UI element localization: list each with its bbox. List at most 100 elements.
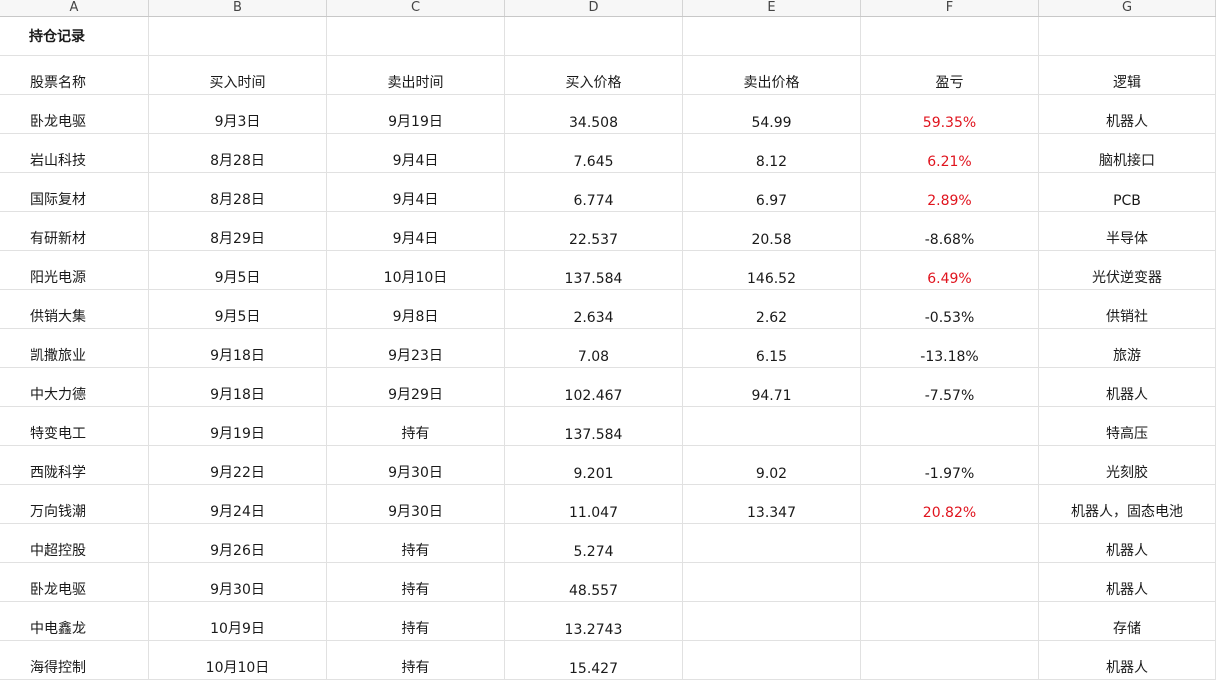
sell-price-cell[interactable]: 13.347 — [683, 485, 861, 523]
logic-cell[interactable]: 光刻胶 — [1039, 446, 1216, 484]
sell-price-cell[interactable]: 54.99 — [683, 95, 861, 133]
sell-price-cell[interactable]: 9.02 — [683, 446, 861, 484]
stock-name-cell[interactable]: 卧龙电驱 — [0, 563, 149, 601]
profit-loss-cell[interactable]: 59.35% — [861, 95, 1039, 133]
sell-date-cell[interactable]: 9月4日 — [327, 134, 505, 172]
logic-cell[interactable]: 存储 — [1039, 602, 1216, 640]
sell-date-cell[interactable]: 持有 — [327, 641, 505, 679]
profit-loss-cell[interactable]: 6.49% — [861, 251, 1039, 289]
buy-date-cell[interactable]: 8月29日 — [149, 212, 327, 250]
profit-loss-cell[interactable]: 6.21% — [861, 134, 1039, 172]
sell-price-cell[interactable] — [683, 602, 861, 640]
sell-price-cell[interactable]: 2.62 — [683, 290, 861, 328]
sell-price-cell[interactable] — [683, 641, 861, 679]
stock-name-cell[interactable]: 凯撒旅业 — [0, 329, 149, 367]
buy-date-cell[interactable]: 8月28日 — [149, 134, 327, 172]
stock-name-cell[interactable]: 岩山科技 — [0, 134, 149, 172]
sell-date-cell[interactable]: 9月4日 — [327, 173, 505, 211]
buy-price-cell[interactable]: 34.508 — [505, 95, 683, 133]
buy-price-cell[interactable]: 13.2743 — [505, 602, 683, 640]
buy-price-cell[interactable]: 137.584 — [505, 407, 683, 445]
logic-cell[interactable]: 旅游 — [1039, 329, 1216, 367]
cell[interactable] — [505, 17, 683, 55]
buy-price-cell[interactable]: 102.467 — [505, 368, 683, 406]
profit-loss-cell[interactable]: -1.97% — [861, 446, 1039, 484]
profit-loss-cell[interactable]: 20.82% — [861, 485, 1039, 523]
profit-loss-cell[interactable]: -13.18% — [861, 329, 1039, 367]
buy-date-cell[interactable]: 9月30日 — [149, 563, 327, 601]
cell[interactable]: 持仓记录 — [0, 17, 149, 55]
stock-name-cell[interactable]: 中大力德 — [0, 368, 149, 406]
logic-cell[interactable]: 机器人 — [1039, 563, 1216, 601]
column-header-d[interactable]: D — [505, 0, 683, 16]
buy-date-cell[interactable]: 9月18日 — [149, 329, 327, 367]
buy-date-cell[interactable]: 9月24日 — [149, 485, 327, 523]
sell-date-cell[interactable]: 持有 — [327, 602, 505, 640]
buy-price-cell[interactable]: 9.201 — [505, 446, 683, 484]
sell-date-cell[interactable]: 持有 — [327, 407, 505, 445]
sell-price-cell[interactable]: 146.52 — [683, 251, 861, 289]
stock-name-cell[interactable]: 万向钱潮 — [0, 485, 149, 523]
buy-date-cell[interactable]: 9月5日 — [149, 251, 327, 289]
buy-price-cell[interactable]: 7.645 — [505, 134, 683, 172]
logic-cell[interactable]: 光伏逆变器 — [1039, 251, 1216, 289]
buy-date-cell[interactable]: 9月18日 — [149, 368, 327, 406]
stock-name-cell[interactable]: 特变电工 — [0, 407, 149, 445]
sell-date-cell[interactable]: 9月19日 — [327, 95, 505, 133]
cell[interactable] — [861, 17, 1039, 55]
sell-date-cell[interactable]: 9月23日 — [327, 329, 505, 367]
stock-name-cell[interactable]: 海得控制 — [0, 641, 149, 679]
buy-date-cell[interactable]: 9月5日 — [149, 290, 327, 328]
sell-date-cell[interactable]: 持有 — [327, 524, 505, 562]
sell-date-cell[interactable]: 9月30日 — [327, 446, 505, 484]
sell-price-cell[interactable] — [683, 524, 861, 562]
cell[interactable] — [327, 17, 505, 55]
buy-price-cell[interactable]: 2.634 — [505, 290, 683, 328]
sell-price-cell[interactable]: 8.12 — [683, 134, 861, 172]
buy-date-cell[interactable]: 9月26日 — [149, 524, 327, 562]
stock-name-cell[interactable]: 中电鑫龙 — [0, 602, 149, 640]
column-header-b[interactable]: B — [149, 0, 327, 16]
logic-cell[interactable]: 机器人 — [1039, 524, 1216, 562]
buy-price-cell[interactable]: 6.774 — [505, 173, 683, 211]
sell-price-cell[interactable] — [683, 563, 861, 601]
header-buy-date[interactable]: 买入时间 — [149, 56, 327, 94]
logic-cell[interactable]: 机器人，固态电池 — [1039, 485, 1216, 523]
profit-loss-cell[interactable] — [861, 563, 1039, 601]
buy-price-cell[interactable]: 137.584 — [505, 251, 683, 289]
profit-loss-cell[interactable]: -7.57% — [861, 368, 1039, 406]
sell-date-cell[interactable]: 10月10日 — [327, 251, 505, 289]
buy-date-cell[interactable]: 9月22日 — [149, 446, 327, 484]
stock-name-cell[interactable]: 中超控股 — [0, 524, 149, 562]
sell-price-cell[interactable]: 20.58 — [683, 212, 861, 250]
profit-loss-cell[interactable] — [861, 524, 1039, 562]
logic-cell[interactable]: 机器人 — [1039, 641, 1216, 679]
buy-date-cell[interactable]: 9月19日 — [149, 407, 327, 445]
stock-name-cell[interactable]: 西陇科学 — [0, 446, 149, 484]
profit-loss-cell[interactable]: -8.68% — [861, 212, 1039, 250]
header-stock-name[interactable]: 股票名称 — [0, 56, 149, 94]
header-buy-price[interactable]: 买入价格 — [505, 56, 683, 94]
column-header-c[interactable]: C — [327, 0, 505, 16]
buy-date-cell[interactable]: 9月3日 — [149, 95, 327, 133]
header-profit-loss[interactable]: 盈亏 — [861, 56, 1039, 94]
buy-price-cell[interactable]: 5.274 — [505, 524, 683, 562]
stock-name-cell[interactable]: 有研新材 — [0, 212, 149, 250]
column-header-e[interactable]: E — [683, 0, 861, 16]
sell-date-cell[interactable]: 持有 — [327, 563, 505, 601]
sell-date-cell[interactable]: 9月29日 — [327, 368, 505, 406]
profit-loss-cell[interactable]: -0.53% — [861, 290, 1039, 328]
logic-cell[interactable]: PCB — [1039, 173, 1216, 211]
buy-price-cell[interactable]: 15.427 — [505, 641, 683, 679]
buy-price-cell[interactable]: 22.537 — [505, 212, 683, 250]
buy-date-cell[interactable]: 10月10日 — [149, 641, 327, 679]
header-sell-date[interactable]: 卖出时间 — [327, 56, 505, 94]
buy-date-cell[interactable]: 8月28日 — [149, 173, 327, 211]
logic-cell[interactable]: 机器人 — [1039, 95, 1216, 133]
buy-date-cell[interactable]: 10月9日 — [149, 602, 327, 640]
sell-date-cell[interactable]: 9月8日 — [327, 290, 505, 328]
buy-price-cell[interactable]: 11.047 — [505, 485, 683, 523]
logic-cell[interactable]: 机器人 — [1039, 368, 1216, 406]
stock-name-cell[interactable]: 供销大集 — [0, 290, 149, 328]
column-header-f[interactable]: F — [861, 0, 1039, 16]
